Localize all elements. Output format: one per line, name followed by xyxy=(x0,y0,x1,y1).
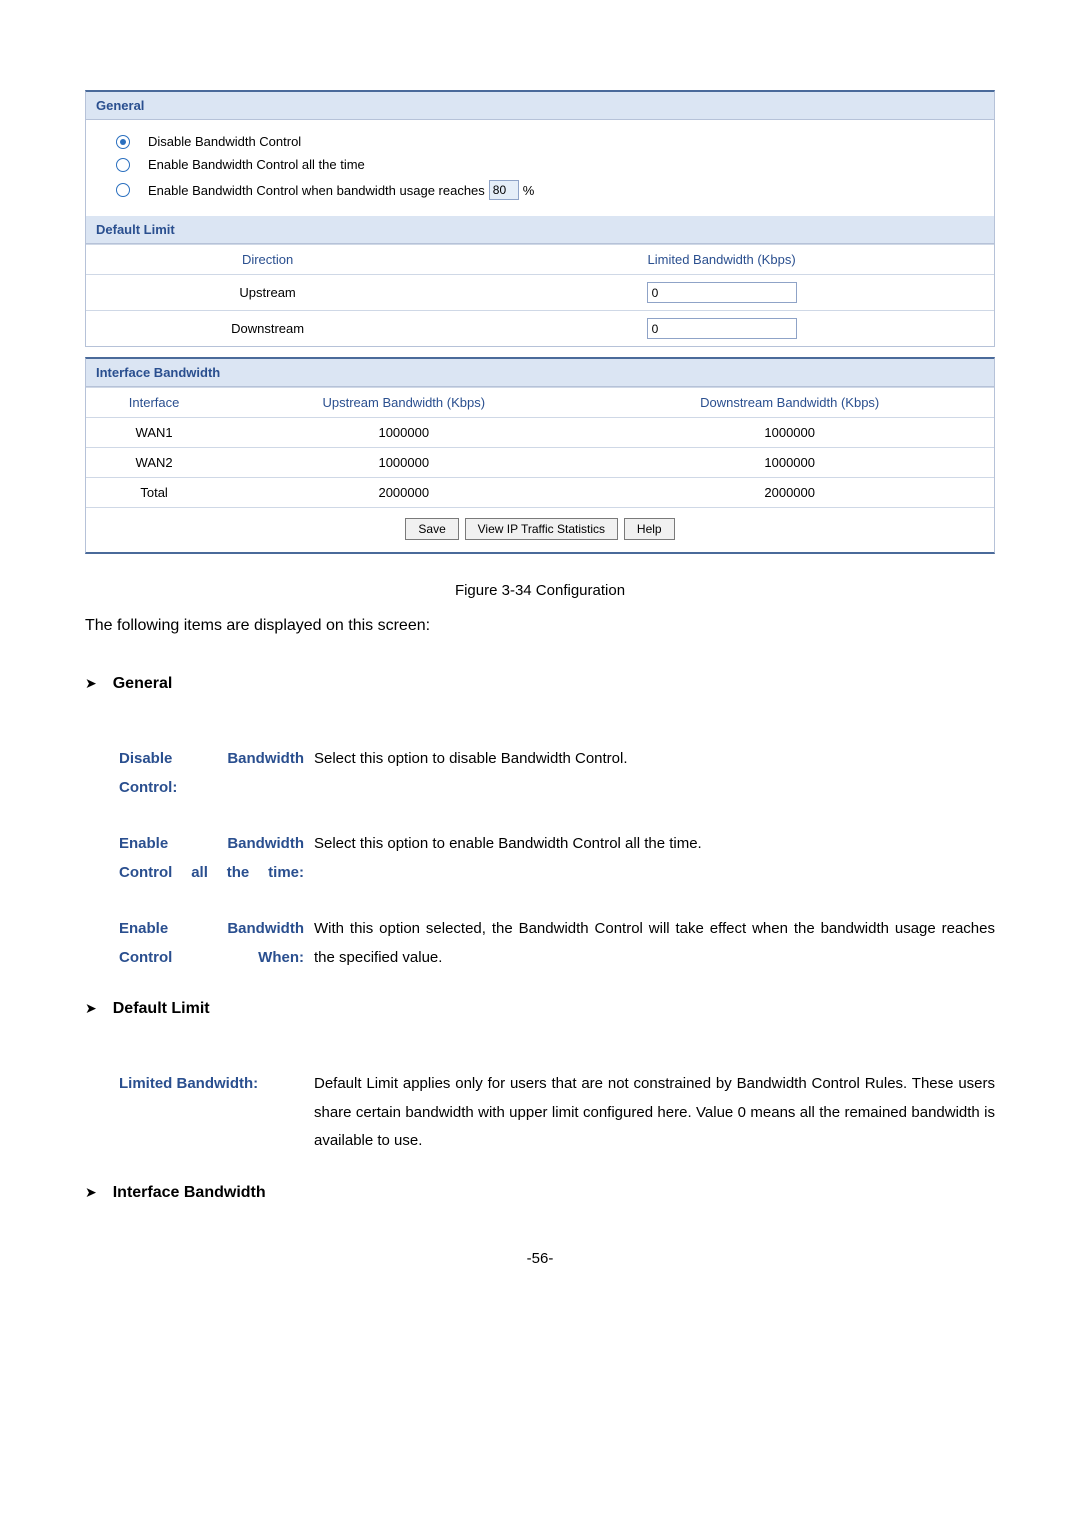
downstream-label: Downstream xyxy=(86,311,449,347)
intro-text: The following items are displayed on thi… xyxy=(85,617,995,635)
def-disable-bc: Disable Bandwidth Control: Select this o… xyxy=(119,745,995,802)
def-term: Enable Bandwidth Control When: xyxy=(119,915,314,972)
radio-unselected-icon xyxy=(116,158,130,172)
interface-bandwidth-table: Interface Upstream Bandwidth (Kbps) Down… xyxy=(86,387,994,507)
interface-bandwidth-panel: Interface Bandwidth Interface Upstream B… xyxy=(85,357,995,554)
upstream-input[interactable] xyxy=(647,282,797,303)
radio-unselected-icon xyxy=(116,183,130,197)
def-desc: Select this option to enable Bandwidth C… xyxy=(314,830,995,887)
iface-up: 1000000 xyxy=(222,448,585,478)
bullet-triangle-icon: ➤ xyxy=(85,1000,97,1017)
col-interface: Interface xyxy=(86,388,222,418)
col-downstream-bw: Downstream Bandwidth (Kbps) xyxy=(585,388,994,418)
general-header: General xyxy=(86,92,994,120)
radio-enable-all[interactable]: Enable Bandwidth Control all the time xyxy=(116,153,964,176)
default-limit-definitions: Limited Bandwidth: Default Limit applies… xyxy=(119,1070,995,1156)
general-panel: General Disable Bandwidth Control Enable… xyxy=(85,90,995,347)
section-general-title: General xyxy=(113,675,173,693)
def-desc: Select this option to disable Bandwidth … xyxy=(314,745,995,802)
table-row: Downstream xyxy=(86,311,994,347)
button-row: Save View IP Traffic Statistics Help xyxy=(86,507,994,552)
figure-caption: Figure 3-34 Configuration xyxy=(85,582,995,599)
radio-enable-when[interactable]: Enable Bandwidth Control when bandwidth … xyxy=(116,176,964,204)
def-limited-bw: Limited Bandwidth: Default Limit applies… xyxy=(119,1070,995,1156)
iface-name: Total xyxy=(86,478,222,508)
def-enable-when: Enable Bandwidth Control When: With this… xyxy=(119,915,995,972)
iface-name: WAN1 xyxy=(86,418,222,448)
def-term: Disable Bandwidth Control: xyxy=(119,745,314,802)
interface-bandwidth-header: Interface Bandwidth xyxy=(86,359,994,387)
iface-down: 1000000 xyxy=(585,418,994,448)
bullet-triangle-icon: ➤ xyxy=(85,1184,97,1201)
table-row: Upstream xyxy=(86,275,994,311)
radio-disable-label: Disable Bandwidth Control xyxy=(148,134,301,149)
bullet-triangle-icon: ➤ xyxy=(85,675,97,692)
page-number: -56- xyxy=(85,1250,995,1267)
help-button[interactable]: Help xyxy=(624,518,675,540)
table-row: WAN1 1000000 1000000 xyxy=(86,418,994,448)
default-limit-table: Direction Limited Bandwidth (Kbps) Upstr… xyxy=(86,244,994,346)
def-term: Limited Bandwidth: xyxy=(119,1070,314,1156)
col-upstream-bw: Upstream Bandwidth (Kbps) xyxy=(222,388,585,418)
view-stats-button[interactable]: View IP Traffic Statistics xyxy=(465,518,618,540)
general-radio-group: Disable Bandwidth Control Enable Bandwid… xyxy=(86,120,994,216)
iface-down: 2000000 xyxy=(585,478,994,508)
section-interface-bw-title: Interface Bandwidth xyxy=(113,1184,266,1202)
table-row: WAN2 1000000 1000000 xyxy=(86,448,994,478)
def-desc: With this option selected, the Bandwidth… xyxy=(314,915,995,972)
section-default-limit: ➤ Default Limit xyxy=(85,1000,995,1018)
def-term: Enable Bandwidth Control all the time: xyxy=(119,830,314,887)
col-direction: Direction xyxy=(86,245,449,275)
iface-down: 1000000 xyxy=(585,448,994,478)
downstream-input[interactable] xyxy=(647,318,797,339)
def-desc: Default Limit applies only for users tha… xyxy=(314,1070,995,1156)
radio-disable-bc[interactable]: Disable Bandwidth Control xyxy=(116,130,964,153)
upstream-label: Upstream xyxy=(86,275,449,311)
table-row: Total 2000000 2000000 xyxy=(86,478,994,508)
general-definitions: Disable Bandwidth Control: Select this o… xyxy=(119,745,995,972)
iface-name: WAN2 xyxy=(86,448,222,478)
default-limit-header: Default Limit xyxy=(86,216,994,244)
iface-up: 1000000 xyxy=(222,418,585,448)
iface-up: 2000000 xyxy=(222,478,585,508)
radio-selected-icon xyxy=(116,135,130,149)
section-default-limit-title: Default Limit xyxy=(113,1000,210,1018)
col-limited-bw: Limited Bandwidth (Kbps) xyxy=(449,245,994,275)
section-interface-bw: ➤ Interface Bandwidth xyxy=(85,1184,995,1202)
section-general: ➤ General xyxy=(85,675,995,693)
def-enable-all: Enable Bandwidth Control all the time: S… xyxy=(119,830,995,887)
save-button[interactable]: Save xyxy=(405,518,458,540)
threshold-input[interactable] xyxy=(489,180,519,200)
radio-enable-all-label: Enable Bandwidth Control all the time xyxy=(148,157,365,172)
threshold-unit: % xyxy=(523,183,535,198)
radio-enable-when-label: Enable Bandwidth Control when bandwidth … xyxy=(148,183,485,198)
